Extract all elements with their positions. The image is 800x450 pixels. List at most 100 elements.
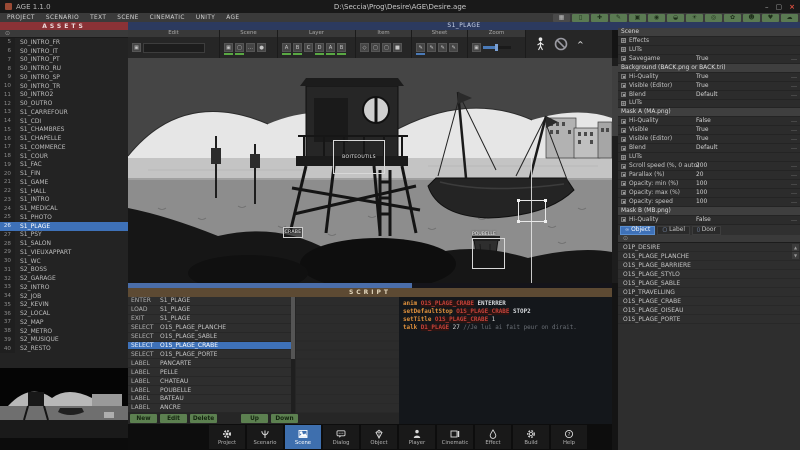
bottombar-player-button[interactable]: Player bbox=[399, 425, 435, 449]
object-list-item[interactable]: O1S_PLAGE_STYLO bbox=[618, 270, 800, 279]
expander-icon[interactable]: + bbox=[621, 38, 626, 43]
menu-item[interactable]: PROJECT bbox=[7, 15, 35, 21]
property-row[interactable]: + Parallax (%) 20 bbox=[618, 171, 800, 180]
layer-toggle-button[interactable]: A bbox=[282, 43, 291, 52]
property-row[interactable]: + LUTs bbox=[618, 100, 800, 109]
asset-list-item[interactable]: 25 S1_PHOTO bbox=[0, 213, 128, 222]
menu-item[interactable]: CINEMATIC bbox=[150, 15, 185, 21]
object-list-item[interactable]: O1S_PLAGE_PORTE bbox=[618, 315, 800, 324]
bottombar-build-button[interactable]: Build bbox=[513, 425, 549, 449]
menu-item[interactable]: AGE bbox=[226, 15, 239, 21]
asset-list-item[interactable]: 7 S0_INTRO_PT bbox=[0, 56, 128, 65]
object-list-item[interactable]: O1S_PLAGE_BARRIERE bbox=[618, 261, 800, 270]
property-value[interactable]: 100 bbox=[696, 199, 707, 205]
script-row[interactable]: LABEL BATEAU bbox=[128, 395, 291, 404]
bottombar-scenario-button[interactable]: Scenario bbox=[247, 425, 283, 449]
menu-item[interactable]: TEXT bbox=[90, 15, 106, 21]
property-row[interactable]: + LUTs bbox=[618, 153, 800, 162]
layer-toggle-button[interactable]: B bbox=[293, 43, 302, 52]
object-list-item[interactable]: O1S_PLAGE_CRABE bbox=[618, 297, 800, 306]
asset-list-item[interactable]: 9 S0_INTRO_SP bbox=[0, 73, 128, 82]
player-figure-icon[interactable] bbox=[536, 37, 545, 51]
selection-box-crab[interactable]: CRABE bbox=[283, 227, 303, 238]
property-row[interactable]: + Scene bbox=[618, 28, 800, 37]
property-value[interactable]: True bbox=[696, 74, 709, 80]
script-action-button[interactable]: Down bbox=[271, 414, 298, 423]
property-value[interactable]: 100 bbox=[696, 181, 707, 187]
script-row[interactable]: LABEL PANCARTE bbox=[128, 359, 291, 368]
script-action-button[interactable]: Up bbox=[241, 414, 268, 423]
asset-list-item[interactable]: 8 S0_INTRO_RU bbox=[0, 64, 128, 73]
expander-icon[interactable]: + bbox=[621, 155, 626, 160]
layer-toggle-button[interactable]: B bbox=[337, 43, 346, 52]
scene-toggle-button[interactable]: ▢ bbox=[235, 43, 244, 52]
target-icon-button[interactable]: ◎ bbox=[705, 14, 722, 22]
layer-toggle-button[interactable]: A bbox=[326, 43, 335, 52]
asset-list-item[interactable]: 10 S0_INTRO_TR bbox=[0, 82, 128, 91]
checkbox-icon[interactable] bbox=[621, 137, 626, 142]
asset-list-item[interactable]: 12 S0_OUTRO bbox=[0, 99, 128, 108]
script-row[interactable]: EXIT S1_PLAGE bbox=[128, 315, 291, 324]
asset-list-item[interactable]: 33 S2_INTRO bbox=[0, 283, 128, 292]
trash-icon-button[interactable]: ▯ bbox=[572, 14, 589, 22]
picture-icon[interactable]: ▣ bbox=[132, 43, 141, 52]
asset-list-item[interactable]: 38 S2_METRO bbox=[0, 327, 128, 336]
bottombar-dialog-button[interactable]: Dialog bbox=[323, 425, 359, 449]
asset-list-item[interactable]: 17 S1_COMMERCE bbox=[0, 143, 128, 152]
script-table-scrollbar[interactable] bbox=[291, 297, 295, 413]
selection-box-trash[interactable] bbox=[472, 238, 505, 269]
asset-list-item[interactable]: 6 S0_INTRO_IT bbox=[0, 47, 128, 56]
script-row[interactable]: LOAD S1_PLAGE bbox=[128, 306, 291, 315]
asset-list-item[interactable]: 15 S1_CHAMBRES bbox=[0, 126, 128, 135]
maximize-button[interactable]: ▢ bbox=[776, 3, 783, 11]
no-entry-icon[interactable] bbox=[554, 37, 568, 51]
asset-list-item[interactable]: 11 S0_INTRO2 bbox=[0, 91, 128, 100]
property-row[interactable]: + Blend Default bbox=[618, 91, 800, 100]
checkbox-icon[interactable] bbox=[621, 190, 626, 195]
property-row[interactable]: + Visible (Editor) True bbox=[618, 135, 800, 144]
selected-object-box[interactable] bbox=[518, 200, 546, 222]
asset-list-item[interactable]: 26 S1_PLAGE bbox=[0, 222, 128, 231]
property-row[interactable]: + Opacity: speed 100 bbox=[618, 198, 800, 207]
asset-list-item[interactable]: 16 S1_CHAPELLE bbox=[0, 134, 128, 143]
object-panel-tab[interactable]: ▯ Door bbox=[692, 226, 721, 235]
asset-list-item[interactable]: 40 S2_RESTO bbox=[0, 344, 128, 353]
property-row[interactable]: + LUTs bbox=[618, 46, 800, 55]
checkbox-icon[interactable] bbox=[621, 172, 626, 177]
scene-toggle-button[interactable]: … bbox=[246, 43, 255, 52]
object-list-item[interactable]: O1P_DESIRE bbox=[618, 243, 800, 252]
asset-list-item[interactable]: 5 S0_INTRO_FR bbox=[0, 38, 128, 47]
zoom-fit-button[interactable]: ▣ bbox=[472, 43, 481, 52]
checkbox-icon[interactable] bbox=[621, 146, 626, 151]
heart-icon-button[interactable]: ♥ bbox=[762, 14, 779, 22]
cloud-icon-button[interactable]: ☁ bbox=[781, 14, 798, 22]
checkbox-icon[interactable] bbox=[621, 181, 626, 186]
property-row[interactable]: + Hi-Quality False bbox=[618, 117, 800, 126]
property-row[interactable]: + Savegame True bbox=[618, 55, 800, 64]
selection-box-toolbox[interactable]: BOITEOUTILS bbox=[333, 140, 385, 174]
property-value[interactable]: True bbox=[696, 127, 709, 133]
zoom-slider[interactable] bbox=[483, 46, 511, 49]
property-value[interactable]: True bbox=[696, 83, 709, 89]
script-row[interactable]: ENTER S1_PLAGE bbox=[128, 297, 291, 306]
bottombar-project-button[interactable]: Project bbox=[209, 425, 245, 449]
checkbox-icon[interactable] bbox=[621, 199, 626, 204]
object-list-item[interactable]: O1S_PLAGE_OISEAU bbox=[618, 306, 800, 315]
asset-list-item[interactable]: 34 S2_JOB bbox=[0, 292, 128, 301]
property-row[interactable]: + Background (BACK.png or BACK.tri) bbox=[618, 64, 800, 73]
script-row[interactable]: LABEL PELLE bbox=[128, 368, 291, 377]
property-row[interactable]: + Visible True bbox=[618, 126, 800, 135]
property-row[interactable]: + Visible (Editor) True bbox=[618, 82, 800, 91]
property-row[interactable]: + Hi-Quality True bbox=[618, 73, 800, 82]
script-row[interactable]: SELECT O1S_PLAGE_SABLE bbox=[128, 333, 291, 342]
layer-toggle-button[interactable]: D bbox=[315, 43, 324, 52]
property-row[interactable]: + Opacity: max (%) 100 bbox=[618, 189, 800, 198]
property-row[interactable]: + Effects bbox=[618, 37, 800, 46]
sheet-pen-button[interactable]: ✎ bbox=[449, 43, 458, 52]
asset-list-item[interactable]: 18 S1_COUR bbox=[0, 152, 128, 161]
script-code-panel[interactable]: anim O1S_PLAGE_CRABE ENTERRERsetDefaultS… bbox=[399, 297, 612, 424]
bottombar-effect-button[interactable]: Effect bbox=[475, 425, 511, 449]
object-list-item[interactable]: O1P_TRAVELLING bbox=[618, 288, 800, 297]
objects-scrollbar[interactable]: ▲ ▼ bbox=[792, 244, 799, 259]
asset-list-item[interactable]: 31 S2_BOSS bbox=[0, 266, 128, 275]
